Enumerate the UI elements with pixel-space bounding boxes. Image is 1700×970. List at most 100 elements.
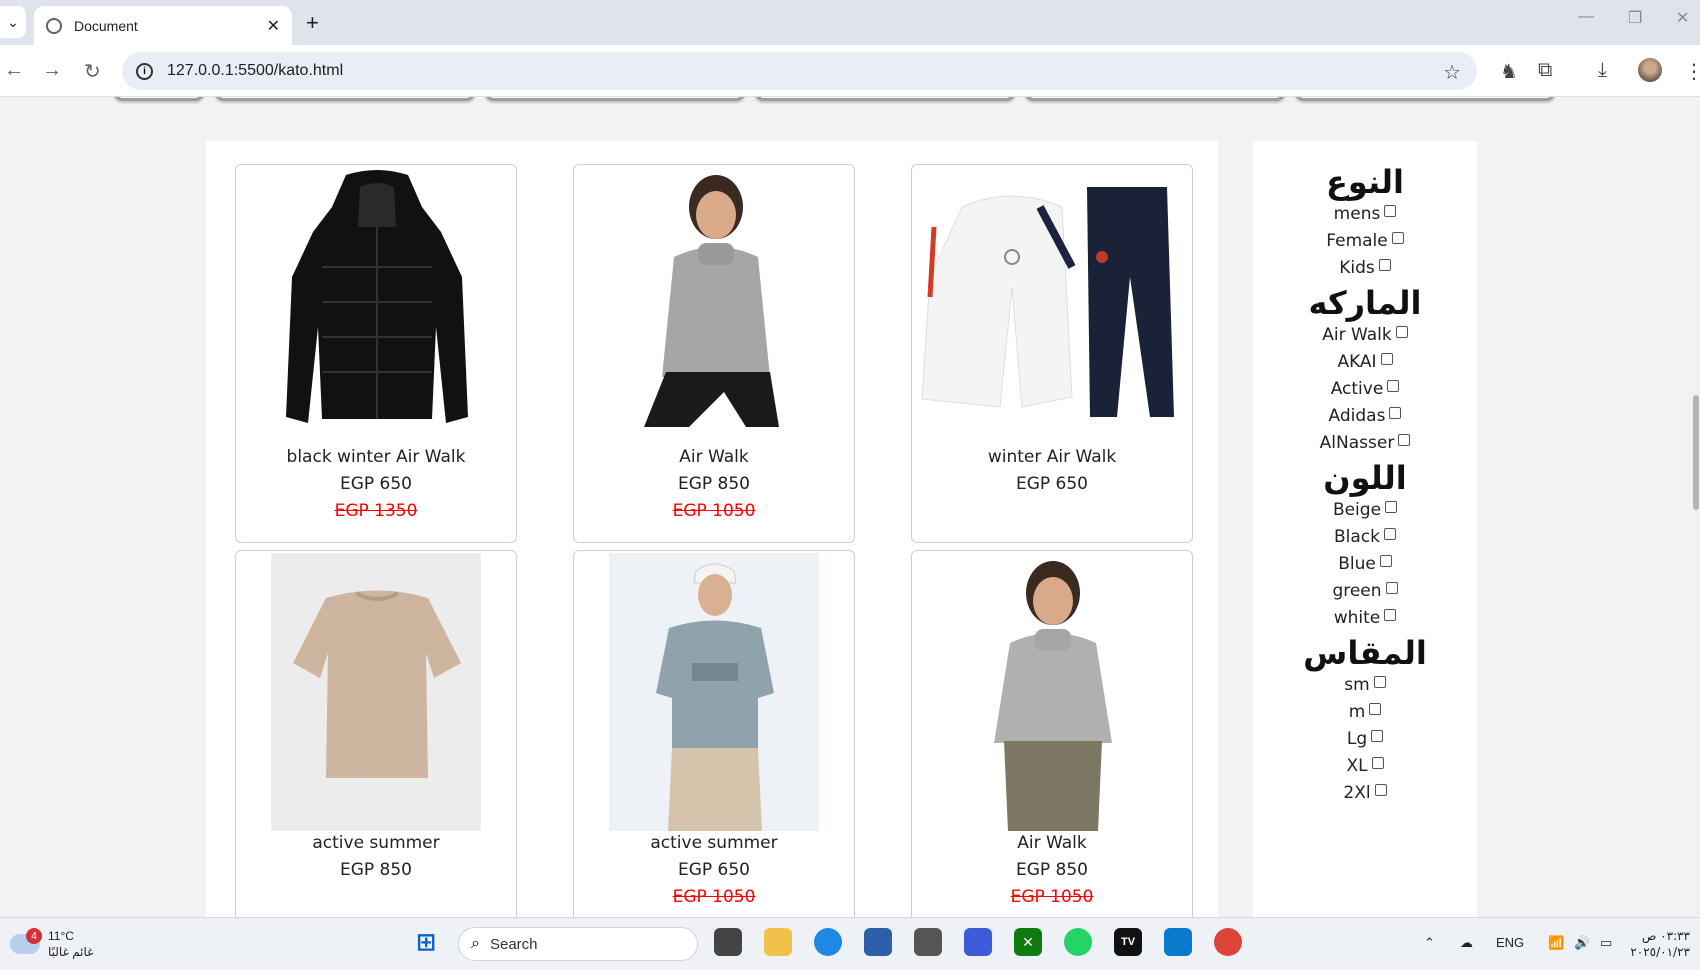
tradingview-icon[interactable]: TV	[1114, 928, 1142, 956]
product-name: Air Walk	[679, 447, 749, 467]
language-indicator[interactable]: ENG	[1496, 935, 1524, 950]
search-icon: ⌕	[471, 935, 480, 952]
notification-badge: 4	[26, 928, 42, 944]
filter-option-air-walk[interactable]: Air Walk	[1253, 322, 1477, 349]
minimize-icon[interactable]: —	[1578, 8, 1594, 26]
edge-icon[interactable]	[814, 928, 842, 956]
filter-option-active[interactable]: Active	[1253, 376, 1477, 403]
weather-widget[interactable]: 4 11°C غائم غالبًا	[10, 928, 93, 960]
back-button[interactable]: ←	[4, 59, 24, 82]
filter-option-mens[interactable]: mens	[1253, 201, 1477, 228]
page-viewport: black winter Air Walk EGP 650 EGP 1350 A…	[0, 97, 1700, 917]
product-card[interactable]: black winter Air Walk EGP 650 EGP 1350	[235, 164, 517, 543]
category-button[interactable]	[1294, 97, 1556, 101]
filter-option-white[interactable]: white	[1253, 605, 1477, 632]
product-card[interactable]: Air Walk EGP 850 EGP 1050	[911, 550, 1193, 917]
filter-option-female[interactable]: Female	[1253, 228, 1477, 255]
filter-option-lg[interactable]: Lg	[1253, 726, 1477, 753]
checkbox[interactable]	[1387, 380, 1400, 392]
filter-option-adidas[interactable]: Adidas	[1253, 403, 1477, 430]
checkbox[interactable]	[1378, 259, 1391, 271]
filter-option-akai[interactable]: AKAI	[1253, 349, 1477, 376]
reload-button[interactable]: ↻	[84, 59, 101, 84]
forward-button[interactable]: →	[42, 59, 62, 82]
extensions-icon[interactable]: ⧉	[1538, 59, 1552, 82]
checkbox[interactable]	[1379, 555, 1392, 567]
product-price: EGP 850	[339, 860, 413, 880]
filter-option-green[interactable]: green	[1253, 578, 1477, 605]
onedrive-icon[interactable]: ☁	[1460, 935, 1473, 951]
product-old-price: EGP 1050	[672, 887, 756, 907]
app-icon[interactable]	[964, 928, 992, 956]
checkbox[interactable]	[1398, 434, 1411, 446]
whatsapp-icon[interactable]	[1064, 928, 1092, 956]
checkbox[interactable]	[1385, 582, 1398, 594]
filter-option-2xl[interactable]: 2Xl	[1253, 780, 1477, 807]
menu-icon[interactable]: ⋮	[1684, 59, 1700, 84]
new-tab-button[interactable]: +	[306, 10, 319, 36]
xbox-icon[interactable]: ✕	[1014, 928, 1042, 956]
wifi-icon[interactable]: 📶	[1548, 935, 1564, 951]
checkbox[interactable]	[1391, 232, 1404, 244]
filter-option-sm[interactable]: sm	[1253, 672, 1477, 699]
download-icon[interactable]: ⤓	[1598, 59, 1607, 82]
vscode-icon[interactable]	[1164, 928, 1192, 956]
checkbox[interactable]	[1371, 757, 1384, 769]
category-button[interactable]	[754, 97, 1016, 101]
checkbox[interactable]	[1385, 501, 1398, 513]
windows-start-icon[interactable]: ⊞	[412, 928, 440, 956]
scrollbar-thumb[interactable]	[1693, 395, 1699, 510]
search-label: Search	[489, 935, 538, 953]
filter-option-xl[interactable]: XL	[1253, 753, 1477, 780]
filter-option-m[interactable]: m	[1253, 699, 1477, 726]
filter-option-blue[interactable]: Blue	[1253, 551, 1477, 578]
checkbox[interactable]	[1389, 407, 1402, 419]
product-image	[609, 553, 819, 831]
tab-search-button[interactable]: ⌄	[0, 6, 26, 38]
category-button[interactable]	[214, 97, 476, 101]
extension-alert-icon[interactable]: ♞	[1500, 59, 1518, 84]
filter-option-kids[interactable]: Kids	[1253, 255, 1477, 282]
product-card[interactable]: Air Walk EGP 850 EGP 1050	[573, 164, 855, 543]
checkbox[interactable]	[1371, 730, 1384, 742]
close-tab-icon[interactable]: ✕	[267, 16, 280, 36]
taskbar-search[interactable]: ⌕ Search	[458, 927, 698, 961]
product-card[interactable]: active summer EGP 650 EGP 1050	[573, 550, 855, 917]
filter-option-beige[interactable]: Beige	[1253, 497, 1477, 524]
tab-document[interactable]: Document ✕	[34, 6, 292, 45]
filter-option-black[interactable]: Black	[1253, 524, 1477, 551]
category-button[interactable]	[484, 97, 746, 101]
product-name: active summer	[650, 833, 778, 853]
page-scrollbar[interactable]	[1692, 97, 1700, 917]
filter-option-alnasser[interactable]: AlNasser	[1253, 430, 1477, 457]
checkbox[interactable]	[1384, 528, 1396, 540]
store-icon[interactable]	[864, 928, 892, 956]
app-icon[interactable]	[914, 928, 942, 956]
system-clock[interactable]: ٠٣:٣٣ ص ٢٠٢٥/٠١/٢٣	[1630, 928, 1690, 960]
filter-title-brand: الماركه	[1308, 284, 1422, 322]
checkbox[interactable]	[1373, 676, 1386, 688]
bookmark-star-icon[interactable]: ☆	[1443, 60, 1461, 85]
chevron-up-icon[interactable]: ⌃	[1424, 935, 1435, 951]
filter-title-color: اللون	[1323, 459, 1407, 497]
address-bar[interactable]: i 127.0.0.1:5500/kato.html ☆	[122, 52, 1477, 90]
checkbox[interactable]	[1384, 609, 1397, 621]
file-explorer-icon[interactable]	[764, 928, 792, 956]
profile-avatar[interactable]	[1638, 58, 1662, 82]
battery-icon[interactable]: ▭	[1600, 935, 1612, 951]
product-card[interactable]: active summer EGP 850	[235, 550, 517, 917]
checkbox[interactable]	[1374, 784, 1387, 796]
checkbox[interactable]	[1395, 326, 1408, 338]
site-info-icon[interactable]: i	[136, 62, 153, 80]
task-view-icon[interactable]	[714, 928, 742, 956]
volume-icon[interactable]: 🔊	[1574, 935, 1590, 951]
category-button[interactable]	[1024, 97, 1286, 101]
checkbox[interactable]	[1369, 703, 1382, 715]
checkbox[interactable]	[1380, 353, 1393, 365]
checkbox[interactable]	[1384, 205, 1397, 217]
close-window-icon[interactable]: ✕	[1676, 8, 1689, 28]
product-card[interactable]: winter Air Walk EGP 650	[911, 164, 1193, 543]
restore-icon[interactable]: ❐	[1628, 8, 1642, 28]
category-button[interactable]	[113, 97, 205, 101]
chrome-icon[interactable]	[1214, 928, 1242, 956]
